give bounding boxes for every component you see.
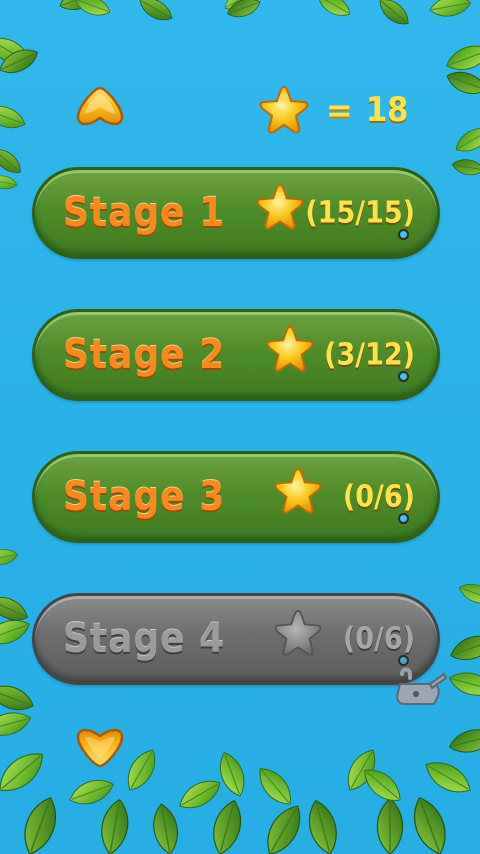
status-dot xyxy=(398,513,409,524)
stage-score: (3/12) xyxy=(324,337,415,373)
star-icon xyxy=(266,325,314,372)
arrow-down-icon xyxy=(76,728,124,768)
stage-score: (15/15) xyxy=(305,195,415,231)
stage-button-1[interactable]: Stage 1 (15/15) xyxy=(32,167,440,259)
star-total: = 18 xyxy=(258,82,408,138)
stage-button-4-locked[interactable]: Stage 4 (0/6) xyxy=(32,593,440,685)
stage-label: Stage 2 xyxy=(63,332,226,378)
star-icon xyxy=(256,183,304,230)
stage-score: (0/6) xyxy=(342,479,415,515)
stage-button-3[interactable]: Stage 3 (0/6) xyxy=(32,451,440,543)
star-count: 18 xyxy=(365,90,409,130)
status-dot xyxy=(398,229,409,240)
stage-label: Stage 3 xyxy=(63,474,226,520)
star-icon xyxy=(259,85,309,134)
stage-select-screen: = 18 Stage 1 (15/15) Stage 2 (3/12) Stag… xyxy=(0,0,480,854)
star-icon xyxy=(274,467,322,514)
stage-button-2[interactable]: Stage 2 (3/12) xyxy=(32,309,440,401)
stage-label: Stage 1 xyxy=(63,190,226,236)
star-icon xyxy=(274,609,322,656)
stage-label: Stage 4 xyxy=(63,616,226,662)
equals-sign: = xyxy=(326,91,354,129)
stage-score: (0/6) xyxy=(342,621,415,657)
status-dot xyxy=(398,371,409,382)
watering-can-icon xyxy=(396,667,448,705)
scroll-up-button[interactable] xyxy=(75,84,125,128)
arrow-up-icon xyxy=(76,86,124,126)
scroll-down-button[interactable] xyxy=(75,726,125,770)
